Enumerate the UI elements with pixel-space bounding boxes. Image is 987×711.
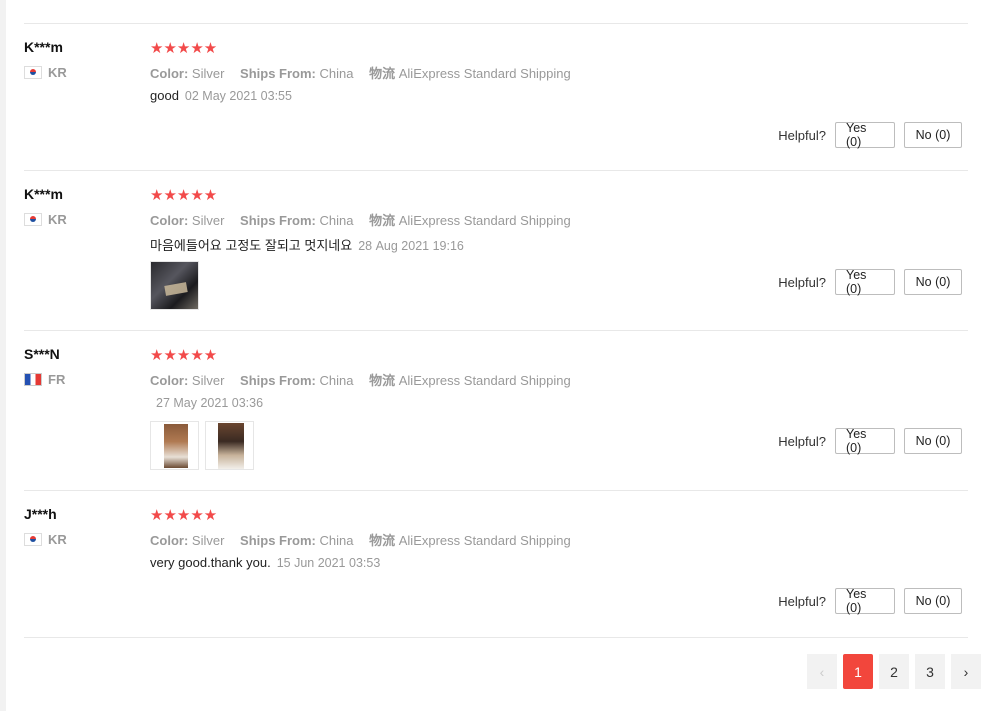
- helpful-controls: Helpful? Yes (0) No (0): [778, 121, 962, 149]
- ships-label: Ships From:: [240, 213, 316, 228]
- page-1-button[interactable]: 1: [843, 654, 873, 689]
- logistics-label: 物流: [369, 213, 396, 228]
- country-code: KR: [48, 65, 67, 80]
- korea-flag-icon: [24, 533, 42, 546]
- review-photo-thumbnail[interactable]: [150, 421, 199, 470]
- ships-value: China: [319, 373, 354, 388]
- review-photo-thumbnail[interactable]: [150, 261, 199, 310]
- helpful-yes-button[interactable]: Yes (0): [835, 427, 895, 455]
- color-label: Color:: [150, 213, 189, 228]
- review-item: J***h KR ★★★★★ Color: Silver Ships From:…: [24, 490, 968, 638]
- reviewer-name: K***m: [24, 186, 63, 202]
- reviewer-country: FR: [24, 372, 65, 387]
- star-rating: ★★★★★: [150, 40, 218, 57]
- review-text-row: good 02 May 2021 03:55: [150, 88, 292, 103]
- review-date: 02 May 2021 03:55: [184, 89, 292, 103]
- color-value: Silver: [191, 213, 225, 228]
- color-value: Silver: [191, 533, 225, 548]
- helpful-no-button[interactable]: No (0): [904, 588, 962, 614]
- logistics-value: AliExpress Standard Shipping: [398, 66, 571, 81]
- list-divider: [24, 637, 968, 638]
- helpful-label: Helpful?: [778, 433, 826, 449]
- country-code: FR: [48, 372, 66, 387]
- helpful-no-button[interactable]: No (0): [904, 428, 962, 454]
- korea-flag-icon: [24, 66, 42, 79]
- logistics-label: 物流: [369, 533, 396, 548]
- star-rating: ★★★★★: [150, 347, 218, 364]
- helpful-no-button[interactable]: No (0): [904, 269, 962, 295]
- review-item: S***N FR ★★★★★ Color: Silver Ships From:…: [24, 330, 968, 491]
- color-label: Color:: [150, 66, 189, 81]
- review-text: very good.thank you.: [150, 555, 271, 570]
- logistics-label: 物流: [369, 66, 396, 81]
- star-rating: ★★★★★: [150, 507, 218, 524]
- helpful-controls: Helpful? Yes (0) No (0): [778, 268, 962, 296]
- reviewer-name: S***N: [24, 346, 60, 362]
- color-value: Silver: [191, 66, 225, 81]
- reviewer-country: KR: [24, 212, 67, 227]
- logistics-label: 物流: [369, 373, 396, 388]
- ships-label: Ships From:: [240, 533, 316, 548]
- ships-value: China: [319, 213, 354, 228]
- review-text-row: 마음에들어요 고정도 잘되고 멋지네요 28 Aug 2021 19:16: [150, 235, 464, 254]
- helpful-label: Helpful?: [778, 274, 826, 290]
- ships-value: China: [319, 533, 354, 548]
- helpful-yes-button[interactable]: Yes (0): [835, 587, 895, 615]
- helpful-controls: Helpful? Yes (0) No (0): [778, 427, 962, 455]
- country-code: KR: [48, 532, 67, 547]
- helpful-no-button[interactable]: No (0): [904, 122, 962, 148]
- review-text-row: 27 May 2021 03:36: [150, 395, 263, 410]
- helpful-controls: Helpful? Yes (0) No (0): [778, 587, 962, 615]
- reviewer-name: J***h: [24, 506, 57, 522]
- ships-label: Ships From:: [240, 373, 316, 388]
- review-text: 마음에들어요 고정도 잘되고 멋지네요: [150, 238, 353, 253]
- pagination: ‹ 1 2 3 ›: [807, 654, 981, 689]
- reviewer-country: KR: [24, 532, 67, 547]
- color-value: Silver: [191, 373, 225, 388]
- ships-label: Ships From:: [240, 66, 316, 81]
- review-date: 28 Aug 2021 19:16: [358, 239, 464, 253]
- review-item: K***m KR ★★★★★ Color: Silver Ships From:…: [24, 170, 968, 331]
- review-date: 15 Jun 2021 03:53: [276, 556, 381, 570]
- review-text-row: very good.thank you. 15 Jun 2021 03:53: [150, 555, 380, 570]
- reviewer-country: KR: [24, 65, 67, 80]
- korea-flag-icon: [24, 213, 42, 226]
- helpful-yes-button[interactable]: Yes (0): [835, 121, 895, 149]
- ships-value: China: [319, 66, 354, 81]
- review-photo-thumbnail[interactable]: [205, 421, 254, 470]
- color-label: Color:: [150, 533, 189, 548]
- helpful-yes-button[interactable]: Yes (0): [835, 268, 895, 296]
- page-2-button[interactable]: 2: [879, 654, 909, 689]
- review-text: good: [150, 88, 179, 103]
- review-item: K***m KR ★★★★★ Color: Silver Ships From:…: [24, 23, 968, 171]
- country-code: KR: [48, 212, 67, 227]
- next-page-button[interactable]: ›: [951, 654, 981, 689]
- review-date: 27 May 2021 03:36: [156, 396, 264, 410]
- color-label: Color:: [150, 373, 189, 388]
- reviews-panel: K***m KR ★★★★★ Color: Silver Ships From:…: [6, 0, 987, 711]
- prev-page-button[interactable]: ‹: [807, 654, 837, 689]
- review-photos: [150, 261, 199, 310]
- review-meta: Color: Silver Ships From: China 物流 AliEx…: [150, 210, 583, 229]
- review-meta: Color: Silver Ships From: China 物流 AliEx…: [150, 530, 583, 549]
- review-meta: Color: Silver Ships From: China 物流 AliEx…: [150, 63, 583, 82]
- logistics-value: AliExpress Standard Shipping: [398, 213, 571, 228]
- page-3-button[interactable]: 3: [915, 654, 945, 689]
- logistics-value: AliExpress Standard Shipping: [398, 533, 571, 548]
- star-rating: ★★★★★: [150, 187, 218, 204]
- review-meta: Color: Silver Ships From: China 物流 AliEx…: [150, 370, 583, 389]
- helpful-label: Helpful?: [778, 593, 826, 609]
- logistics-value: AliExpress Standard Shipping: [398, 373, 571, 388]
- review-photos: [150, 421, 254, 470]
- reviewer-name: K***m: [24, 39, 63, 55]
- france-flag-icon: [24, 373, 42, 386]
- helpful-label: Helpful?: [778, 127, 826, 143]
